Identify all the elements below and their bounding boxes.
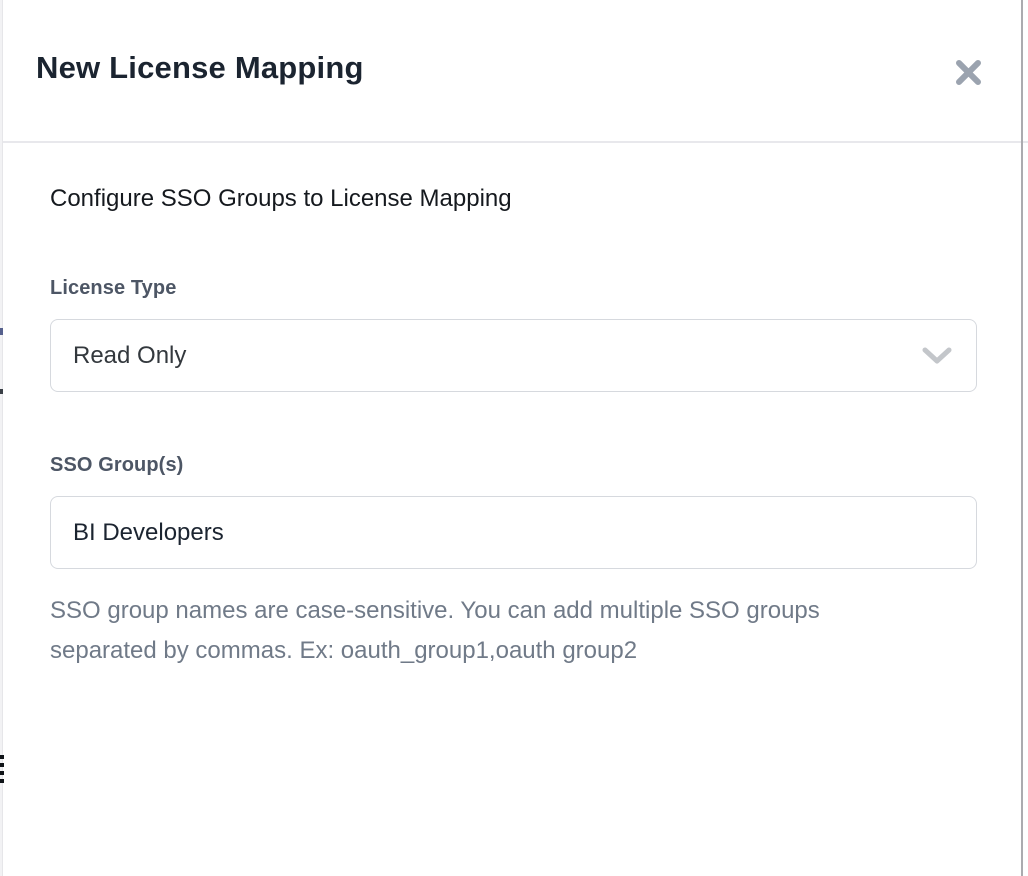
sso-groups-help-text: SSO group names are case-sensitive. You … [50,591,900,671]
list-icon-fragment [0,755,4,759]
sso-groups-label: SSO Group(s) [50,454,977,477]
modal-header: New License Mapping [0,0,1028,143]
license-type-selected-value: Read Only [73,342,186,370]
sso-groups-input[interactable] [50,496,977,569]
close-icon [955,59,982,86]
screen: New License Mapping Configure SSO Groups… [0,0,1028,876]
config-subtitle: Configure SSO Groups to License Mapping [50,185,977,213]
license-type-label: License Type [50,277,977,300]
license-type-select[interactable]: Read Only [50,319,977,392]
window-right-edge [1021,0,1023,876]
list-icon-fragment [0,763,4,767]
list-icon-fragment [0,779,4,783]
chevron-down-icon [922,347,952,365]
new-license-mapping-modal: New License Mapping Configure SSO Groups… [0,0,1028,876]
close-button[interactable] [952,56,984,88]
modal-body: Configure SSO Groups to License Mapping … [0,143,1028,671]
background-page-edge [0,0,3,876]
modal-title: New License Mapping [36,50,364,86]
background-fragment [0,389,3,394]
background-fragment [0,328,3,335]
list-icon-fragment [0,771,4,775]
